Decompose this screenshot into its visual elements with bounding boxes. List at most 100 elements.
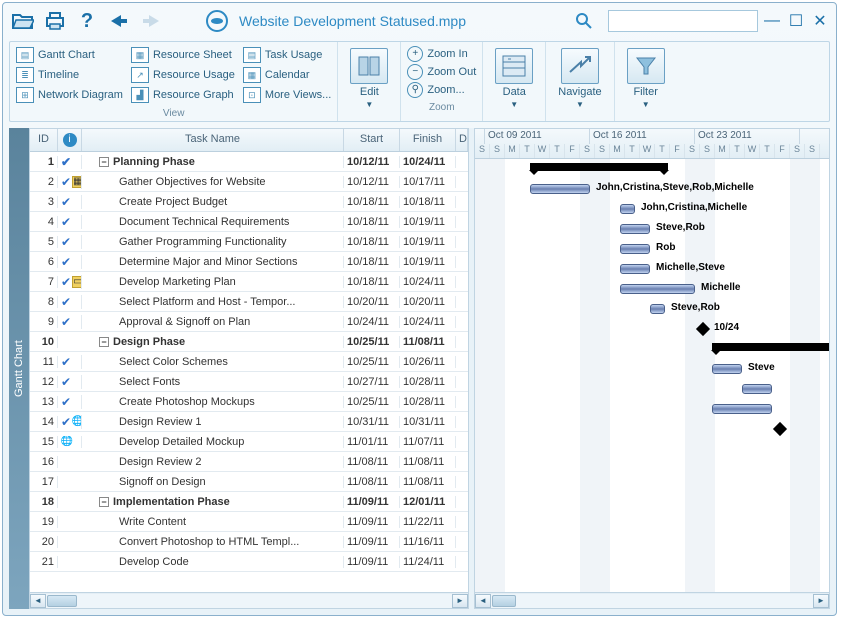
check-icon: ✔: [61, 315, 71, 329]
task-bar[interactable]: [530, 184, 590, 194]
view-network[interactable]: ⊞Network Diagram: [16, 86, 123, 104]
collapse-icon[interactable]: −: [99, 157, 109, 167]
task-bar[interactable]: [620, 204, 635, 214]
day-header: S: [805, 144, 820, 158]
table-row[interactable]: 12✔Select Fonts10/27/1110/28/11: [30, 372, 468, 392]
table-row[interactable]: 11✔Select Color Schemes10/25/1110/26/11: [30, 352, 468, 372]
gantt-hscroll[interactable]: ◄ ►: [475, 592, 829, 608]
view-calendar[interactable]: ▦Calendar: [243, 66, 331, 84]
table-row[interactable]: 18−Implementation Phase11/09/1112/01/11: [30, 492, 468, 512]
search-input[interactable]: [608, 10, 758, 32]
task-bar[interactable]: [620, 244, 650, 254]
app-window: ? Website Development Statused.mpp — ☐ ✕…: [2, 2, 837, 616]
main-area: Gantt Chart ID i Task Name Start Finish …: [9, 128, 830, 609]
week-header: Oct 09 2011: [485, 129, 590, 144]
table-row[interactable]: 19Write Content11/09/1111/22/11: [30, 512, 468, 532]
table-row[interactable]: 2✔▦Gather Objectives for Website10/12/11…: [30, 172, 468, 192]
grid-body[interactable]: 1✔−Planning Phase10/12/1110/24/112✔▦Gath…: [30, 152, 468, 592]
resource-sheet-icon: ▦: [131, 47, 149, 63]
help-icon[interactable]: ?: [73, 7, 101, 35]
check-icon: ✔: [61, 175, 71, 189]
scroll-left-icon[interactable]: ◄: [30, 594, 46, 608]
summary-bar[interactable]: [530, 163, 668, 171]
table-row[interactable]: 15🌐Develop Detailed Mockup11/01/1111/07/…: [30, 432, 468, 452]
summary-bar[interactable]: [712, 343, 829, 351]
table-row[interactable]: 3✔Create Project Budget10/18/1110/18/11: [30, 192, 468, 212]
table-row[interactable]: 1✔−Planning Phase10/12/1110/24/11: [30, 152, 468, 172]
side-tab-label[interactable]: Gantt Chart: [9, 128, 29, 609]
day-header: W: [535, 144, 550, 158]
scroll-right-icon[interactable]: ►: [813, 594, 829, 608]
collapse-icon[interactable]: −: [99, 337, 109, 347]
zoom-out[interactable]: −Zoom Out: [407, 64, 476, 80]
col-start[interactable]: Start: [344, 129, 400, 151]
task-bar[interactable]: [620, 264, 650, 274]
zoom-more[interactable]: ⚲Zoom...: [407, 82, 476, 98]
task-bar[interactable]: [712, 404, 772, 414]
table-row[interactable]: 20Convert Photoshop to HTML Templ...11/0…: [30, 532, 468, 552]
scroll-left-icon[interactable]: ◄: [475, 594, 491, 608]
task-bar[interactable]: [742, 384, 772, 394]
scroll-thumb[interactable]: [492, 595, 516, 607]
task-bar[interactable]: [620, 224, 650, 234]
check-icon: ✔: [61, 195, 71, 209]
col-d[interactable]: D: [456, 129, 468, 151]
col-id[interactable]: ID: [30, 129, 58, 151]
close-icon[interactable]: ✕: [810, 7, 830, 35]
window-title: Website Development Statused.mpp: [239, 13, 466, 29]
open-icon[interactable]: [9, 7, 37, 35]
table-row[interactable]: 10−Design Phase10/25/1111/08/11: [30, 332, 468, 352]
navigate-icon: [561, 48, 599, 84]
bar-label: Michelle: [701, 282, 740, 293]
scroll-right-icon[interactable]: ►: [452, 594, 468, 608]
table-row[interactable]: 7✔▭Develop Marketing Plan10/18/1110/24/1…: [30, 272, 468, 292]
bar-label: Steve,Rob: [656, 222, 705, 233]
table-row[interactable]: 13✔Create Photoshop Mockups10/25/1110/28…: [30, 392, 468, 412]
table-row[interactable]: 8✔Select Platform and Host - Tempor...10…: [30, 292, 468, 312]
navigate-button[interactable]: Navigate ▼: [552, 46, 607, 111]
task-bar[interactable]: [620, 284, 695, 294]
table-row[interactable]: 5✔Gather Programming Functionality10/18/…: [30, 232, 468, 252]
col-finish[interactable]: Finish: [400, 129, 456, 151]
ribbon-group-filter: Filter ▼: [615, 42, 677, 121]
data-button[interactable]: Data ▼: [489, 46, 539, 111]
grid-hscroll[interactable]: ◄ ►: [30, 592, 468, 608]
day-header: T: [760, 144, 775, 158]
task-bar[interactable]: [712, 364, 742, 374]
col-task[interactable]: Task Name: [82, 129, 344, 151]
print-icon[interactable]: [41, 7, 69, 35]
back-icon[interactable]: [105, 7, 133, 35]
milestone-diamond[interactable]: [773, 422, 787, 436]
table-row[interactable]: 4✔Document Technical Requirements10/18/1…: [30, 212, 468, 232]
col-indicator[interactable]: i: [58, 129, 82, 151]
view-more[interactable]: ⊡More Views...: [243, 86, 331, 104]
gantt-body[interactable]: John,Cristina,Steve,Rob,MichelleJohn,Cri…: [475, 159, 829, 592]
zoom-in[interactable]: +Zoom In: [407, 46, 476, 62]
view-resource-usage[interactable]: ↗Resource Usage: [131, 66, 235, 84]
view-gantt-chart[interactable]: ▤Gantt Chart: [16, 46, 123, 64]
table-row[interactable]: 21Develop Code11/09/1111/24/11: [30, 552, 468, 572]
collapse-icon[interactable]: −: [99, 497, 109, 507]
view-timeline[interactable]: ≣Timeline: [16, 66, 123, 84]
table-row[interactable]: 9✔Approval & Signoff on Plan10/24/1110/2…: [30, 312, 468, 332]
table-row[interactable]: 14✔🌐Design Review 110/31/1110/31/11: [30, 412, 468, 432]
minimize-icon[interactable]: —: [762, 7, 782, 35]
forward-icon[interactable]: [137, 7, 165, 35]
scroll-thumb[interactable]: [47, 595, 77, 607]
view-task-usage[interactable]: ▤Task Usage: [243, 46, 331, 64]
table-row[interactable]: 16Design Review 211/08/1111/08/11: [30, 452, 468, 472]
day-header: T: [520, 144, 535, 158]
day-header: S: [685, 144, 700, 158]
search-icon[interactable]: [570, 7, 598, 35]
maximize-icon[interactable]: ☐: [786, 7, 806, 35]
table-row[interactable]: 6✔Determine Major and Minor Sections10/1…: [30, 252, 468, 272]
view-resource-sheet[interactable]: ▦Resource Sheet: [131, 46, 235, 64]
filter-button[interactable]: Filter ▼: [621, 46, 671, 111]
check-icon: ✔: [61, 155, 71, 169]
table-row[interactable]: 17Signoff on Design11/08/1111/08/11: [30, 472, 468, 492]
task-bar[interactable]: [650, 304, 665, 314]
milestone-diamond[interactable]: [696, 322, 710, 336]
edit-button[interactable]: Edit ▼: [344, 46, 394, 111]
resource-usage-icon: ↗: [131, 67, 149, 83]
view-resource-graph[interactable]: ▟Resource Graph: [131, 86, 235, 104]
